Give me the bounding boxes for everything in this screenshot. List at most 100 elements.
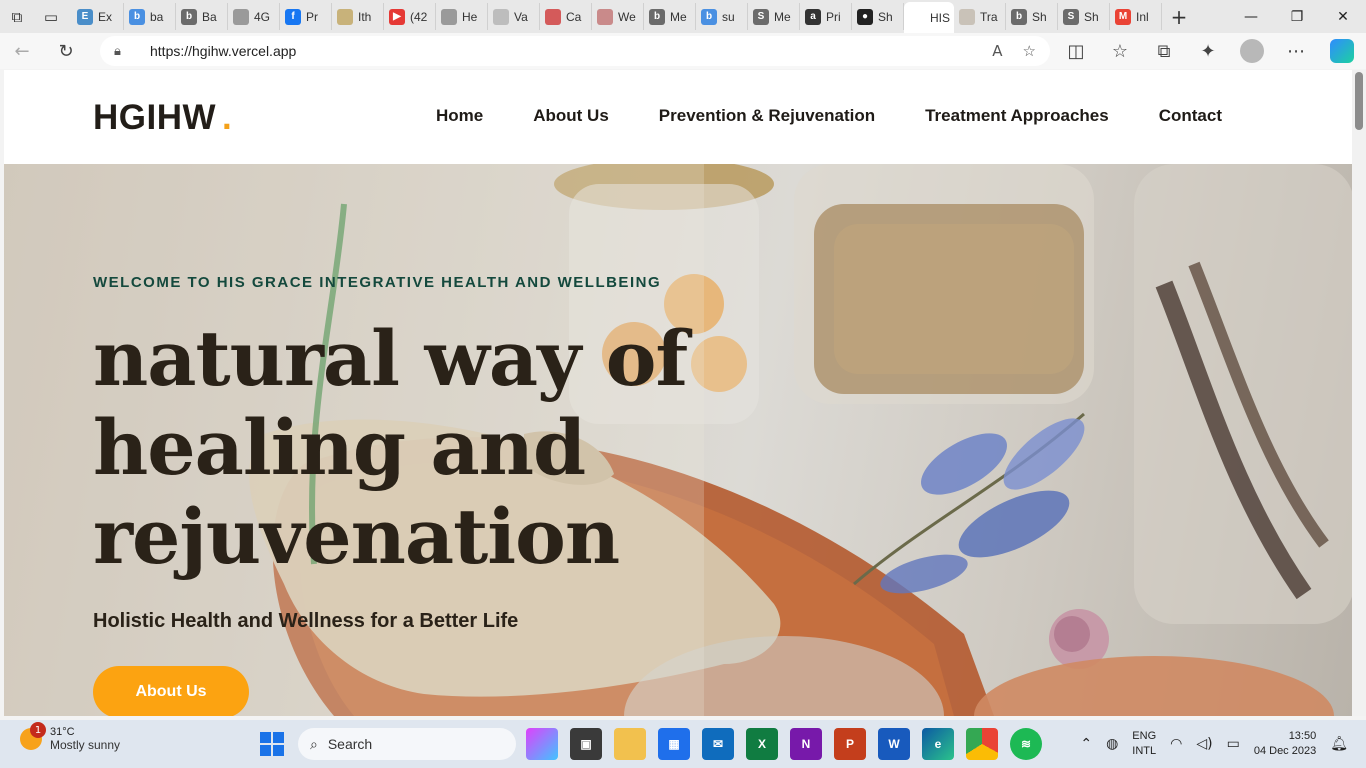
tab-label: He [462, 9, 478, 24]
weather-widget[interactable]: 1 31°C Mostly sunny [20, 722, 120, 752]
lang-bottom: INTL [1132, 745, 1157, 757]
refresh-button[interactable]: ↻ [44, 33, 88, 69]
page-scrollbar[interactable] [1352, 70, 1366, 716]
tab-favicon-icon [545, 8, 561, 25]
browser-tab[interactable]: Va [488, 3, 540, 30]
browser-tab[interactable]: b Me [644, 3, 696, 30]
tab-favicon-icon [337, 8, 353, 25]
copilot-icon[interactable] [1330, 39, 1354, 63]
settings-more-icon[interactable]: ⋯ [1274, 33, 1318, 69]
hero-eyebrow: WELCOME TO HIS GRACE INTEGRATIVE HEALTH … [93, 274, 662, 291]
onenote-icon[interactable]: N [790, 728, 822, 760]
nav-home[interactable]: Home [436, 106, 483, 126]
weather-temp: 31°C [50, 726, 75, 738]
browser-tab[interactable]: Ca [540, 3, 592, 30]
edge-icon[interactable]: e [922, 728, 954, 760]
read-aloud-icon[interactable]: A [992, 42, 1002, 60]
mail-icon[interactable]: ✉ [702, 728, 734, 760]
browser-tab[interactable]: Ith [332, 3, 384, 30]
file-explorer-icon[interactable] [614, 728, 646, 760]
minimize-button[interactable]: — [1228, 0, 1274, 33]
nav-contact[interactable]: Contact [1159, 106, 1222, 126]
browser-tab[interactable]: b Sh [1006, 3, 1058, 30]
volume-icon[interactable]: ◁) [1196, 736, 1212, 752]
browser-tab[interactable]: E Ex [72, 3, 124, 30]
tab-favicon-icon: S [1063, 8, 1079, 25]
notification-badge: 1 [30, 722, 46, 738]
word-icon[interactable]: W [878, 728, 910, 760]
extensions-icon[interactable]: ✦ [1186, 33, 1230, 69]
about-us-button[interactable]: About Us [93, 666, 249, 716]
hero-section: WELCOME TO HIS GRACE INTEGRATIVE HEALTH … [4, 164, 1352, 716]
browser-tab[interactable]: He [436, 3, 488, 30]
clock-time: 13:50 [1288, 730, 1317, 742]
browser-tab[interactable]: a Pri [800, 3, 852, 30]
browser-tab[interactable]: S Me [748, 3, 800, 30]
favorites-icon[interactable]: ☆ [1098, 33, 1142, 69]
tab-favicon-icon: b [1011, 8, 1027, 25]
browser-tab[interactable]: b ba [124, 3, 176, 30]
tab-label: su [722, 9, 735, 24]
nav-treatment-approaches[interactable]: Treatment Approaches [925, 106, 1109, 126]
browser-tab[interactable]: We [592, 3, 644, 30]
tab-favicon-icon [441, 8, 457, 25]
chrome-icon[interactable] [966, 728, 998, 760]
chevron-up-icon[interactable]: ⌃ [1080, 736, 1092, 752]
browser-tab[interactable]: HIS✕ [904, 2, 954, 33]
browser-tab[interactable]: M Inl [1110, 3, 1162, 30]
task-view-icon[interactable]: ▣ [570, 728, 602, 760]
collections-icon[interactable]: ⧉ [1142, 33, 1186, 69]
favorite-star-icon[interactable]: ☆ [1023, 42, 1036, 60]
tab-label: Me [670, 9, 687, 24]
tab-label: Sh [1084, 9, 1099, 24]
new-tab-button[interactable]: + [1162, 0, 1196, 33]
store-icon[interactable]: ▦ [658, 728, 690, 760]
clock[interactable]: 13:50 04 Dec 2023 [1254, 729, 1316, 759]
tab-favicon-icon [233, 8, 249, 25]
back-button[interactable]: ← [0, 33, 44, 69]
taskbar-search[interactable]: ⌕ Search [298, 728, 516, 760]
tab-label: Ba [202, 9, 217, 24]
browser-tab[interactable]: b Ba [176, 3, 228, 30]
scrollbar-thumb[interactable] [1355, 72, 1363, 130]
restore-button[interactable]: ❐ [1274, 0, 1320, 33]
browser-tab[interactable]: 4G [228, 3, 280, 30]
sun-icon: 1 [20, 722, 46, 750]
language-indicator[interactable]: ENG INTL [1132, 729, 1156, 759]
nav-prevention-rejuvenation[interactable]: Prevention & Rejuvenation [659, 106, 875, 126]
security-icon[interactable]: ◍ [1106, 736, 1118, 752]
spotify-icon[interactable]: ≋ [1010, 728, 1042, 760]
powerpoint-icon[interactable]: P [834, 728, 866, 760]
tab-label: Pri [826, 9, 841, 24]
tab-actions-icon[interactable]: ▭ [34, 0, 68, 33]
tab-favicon-icon: b [701, 8, 717, 25]
start-button[interactable] [260, 732, 284, 756]
tab-label: Me [774, 9, 791, 24]
browser-tab[interactable]: Tra [954, 3, 1006, 30]
wifi-icon[interactable]: ◠ [1170, 736, 1182, 752]
close-window-button[interactable]: ✕ [1320, 0, 1366, 33]
browser-tab[interactable]: f Pr [280, 3, 332, 30]
battery-icon[interactable]: ▭ [1227, 736, 1240, 752]
browser-tab[interactable]: ● Sh [852, 3, 904, 30]
split-screen-icon[interactable]: ◫ [1054, 33, 1098, 69]
tab-label: Inl [1136, 9, 1149, 24]
address-bar[interactable]: 🔒︎ https://hgihw.vercel.app A ☆ [100, 36, 1050, 66]
profile-avatar[interactable] [1240, 39, 1264, 63]
site-logo[interactable]: HGIHW. [93, 98, 232, 138]
browser-tab[interactable]: S Sh [1058, 3, 1110, 30]
browser-tab[interactable]: b su [696, 3, 748, 30]
site-header: HGIHW. Home About Us Prevention & Rejuve… [4, 70, 1352, 164]
browser-tab[interactable]: ▶ (42 [384, 3, 436, 30]
url-text[interactable]: https://hgihw.vercel.app [150, 43, 296, 59]
tab-favicon-icon: a [805, 8, 821, 25]
workspaces-icon[interactable]: ⧉ [0, 0, 34, 33]
tab-label: Ith [358, 9, 372, 24]
notification-bell-icon[interactable]: 🔔︎ [1330, 736, 1348, 752]
nav-about-us[interactable]: About Us [533, 106, 609, 126]
lock-icon: 🔒︎ [114, 43, 121, 59]
copilot-app-icon[interactable] [526, 728, 558, 760]
excel-icon[interactable]: X [746, 728, 778, 760]
tab-favicon-icon: b [181, 8, 197, 25]
lang-top: ENG [1132, 730, 1157, 742]
